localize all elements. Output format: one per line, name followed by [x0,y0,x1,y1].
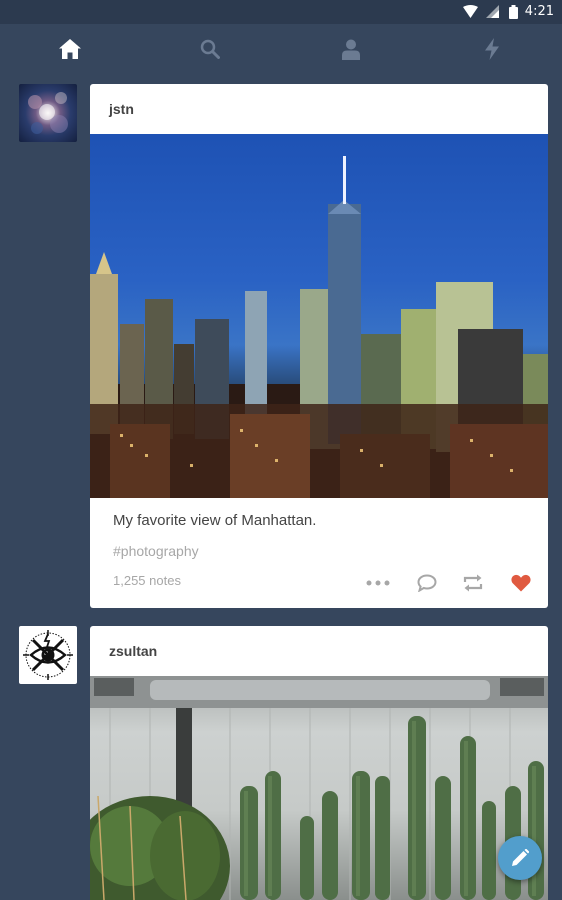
battery-icon [509,5,518,19]
tab-activity[interactable] [477,34,507,64]
eye-logo-avatar-icon [23,630,73,680]
top-nav [0,24,562,76]
like-button[interactable] [507,569,535,597]
cactus-plants-photo [90,676,548,900]
cell-signal-icon [486,5,499,18]
pencil-icon [512,849,529,866]
reply-button[interactable] [413,569,441,597]
post-tag[interactable]: #photography [90,529,548,559]
avatar[interactable] [19,84,77,142]
tab-home[interactable] [55,34,85,64]
post-card: zsultan [90,626,548,900]
post-header: jstn [90,84,548,134]
post-photo[interactable] [90,134,548,498]
notes-count[interactable]: 1,255 notes [113,573,181,588]
search-icon [200,39,220,59]
post-username[interactable]: zsultan [109,643,157,659]
like-icon [511,574,531,592]
reblog-icon [463,574,483,592]
manhattan-skyline-photo [90,156,548,498]
person-icon [342,39,360,60]
post-username[interactable]: jstn [109,101,134,117]
wifi-icon [463,5,478,18]
reblog-button[interactable] [459,569,487,597]
post-card: jstn My favorite view of Manhattan. #pho… [90,84,548,608]
clock: 4:21 [524,4,554,19]
nebula-avatar-icon [28,92,68,134]
status-bar: 4:21 [0,0,562,24]
reply-icon [417,574,437,592]
more-icon [366,580,390,586]
post-header: zsultan [90,626,548,676]
more-button[interactable] [364,569,392,597]
tab-account[interactable] [336,34,366,64]
post-caption: My favorite view of Manhattan. [113,512,317,529]
post-photo[interactable] [90,676,548,900]
home-icon [59,39,81,59]
avatar[interactable] [19,626,77,684]
tab-search[interactable] [195,34,225,64]
post-footer: 1,255 notes [90,559,548,608]
lightning-icon [485,38,499,60]
compose-button[interactable] [498,836,542,880]
